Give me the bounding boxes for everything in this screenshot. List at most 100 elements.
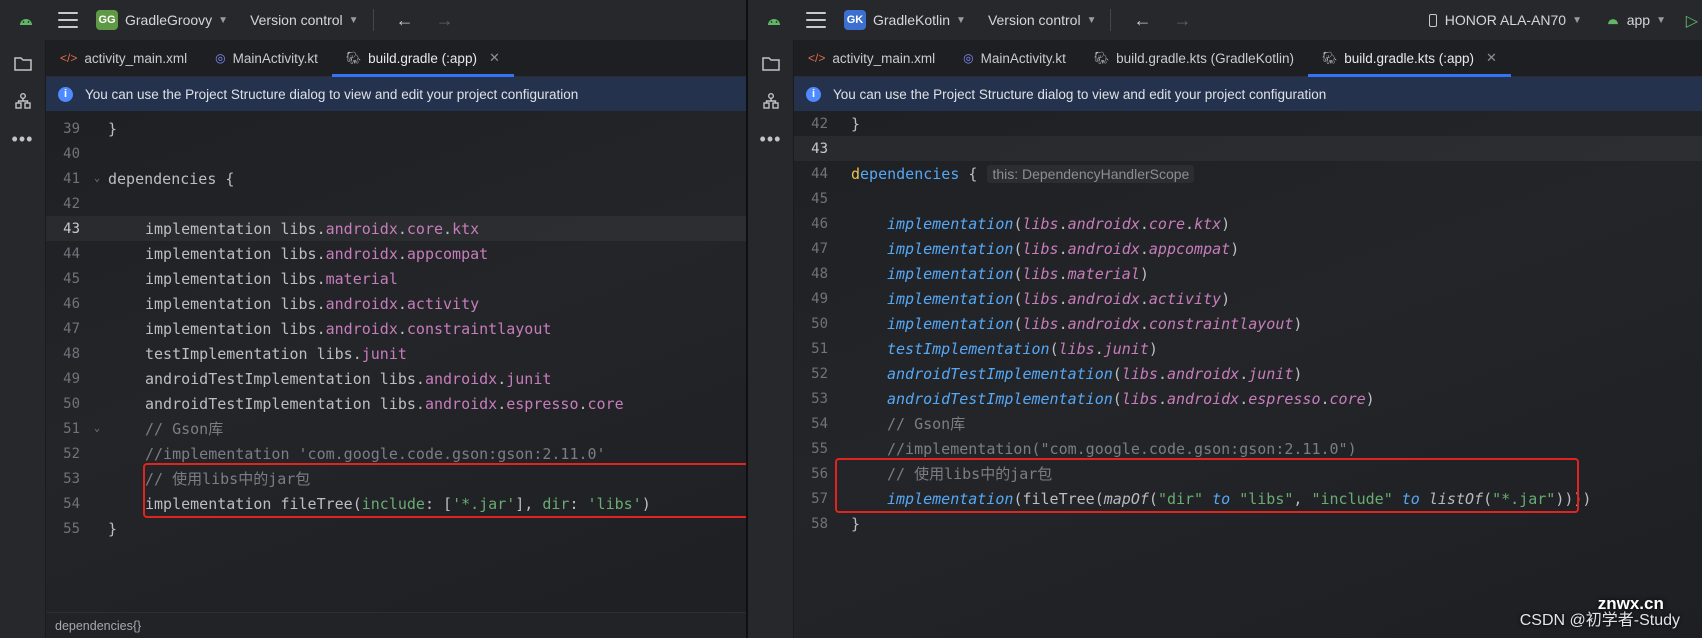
divider	[1110, 9, 1112, 31]
right-ide-window: GK GradleKotlin ▼ Version control ▼ ← → …	[746, 0, 1702, 638]
watermark-overlay-text: znwx.cn	[1597, 594, 1664, 613]
code-text: androidTestImplementation(libs.androidx.…	[887, 389, 1375, 408]
tab-activity-main-xml[interactable]: </> activity_main.xml	[794, 40, 949, 76]
project-name[interactable]: GradleKotlin	[873, 12, 950, 28]
folder-icon[interactable]	[756, 48, 786, 78]
code-text: androidTestImplementation libs.androidx.…	[145, 369, 552, 388]
lightbulb-icon[interactable]: d	[851, 165, 860, 183]
breadcrumb-item[interactable]: dependencies{}	[55, 619, 141, 633]
code-text: androidTestImplementation libs.androidx.…	[145, 394, 624, 413]
code-editor[interactable]: 42} 43 44 dependencies {this: DependencyH…	[794, 111, 1702, 638]
structure-icon[interactable]	[756, 86, 786, 116]
tab-build-gradle-kts-app[interactable]: 🐘︎ build.gradle.kts (:app) ✕	[1307, 40, 1511, 77]
run-icon[interactable]: ▷	[1686, 11, 1698, 31]
more-icon[interactable]: •••	[8, 124, 38, 154]
device-name: HONOR ALA-AN70	[1444, 12, 1567, 28]
code-line: 45	[794, 186, 1702, 211]
device-selector[interactable]: HONOR ALA-AN70 ▼	[1428, 0, 1582, 40]
gradle-file-icon: 🐘︎	[345, 51, 362, 65]
fold-arrow-icon[interactable]: ⌄	[94, 423, 100, 434]
android-icon[interactable]	[12, 6, 40, 34]
version-control-menu[interactable]: Version control	[250, 12, 343, 28]
tool-window-sidebar: •••	[748, 40, 794, 638]
code-text: }	[108, 119, 118, 138]
chevron-down-icon[interactable]: ▼	[956, 15, 966, 26]
folder-icon[interactable]	[8, 48, 38, 78]
code-line: 48 implementation(libs.material)	[794, 261, 1702, 286]
code-line: 50 androidTestImplementation libs.android…	[46, 391, 746, 416]
line-number: 42	[811, 115, 828, 132]
chevron-down-icon[interactable]: ▼	[349, 15, 359, 26]
tab-mainactivity-kt[interactable]: ◎ MainActivity.kt	[949, 40, 1080, 76]
watermark-text: CSDN @初学者-Study	[1519, 612, 1680, 629]
code-line: 51 testImplementation(libs.junit)	[794, 336, 1702, 361]
code-line: 49 androidTestImplementation libs.android…	[46, 366, 746, 391]
line-number: 55	[811, 440, 828, 457]
code-text: }	[851, 114, 861, 133]
more-icon[interactable]: •••	[756, 124, 786, 154]
run-config-name: app	[1626, 12, 1651, 28]
code-comment: // Gson库	[887, 415, 966, 433]
line-number: 45	[811, 190, 828, 207]
code-line: 44 dependencies {this: DependencyHandlerS…	[794, 161, 1702, 186]
back-arrow-icon[interactable]: ←	[1133, 10, 1151, 31]
forward-arrow-icon[interactable]: →	[1173, 10, 1191, 31]
code-line: 42	[46, 191, 746, 216]
code-line: 58}	[794, 511, 1702, 536]
project-name[interactable]: GradleGroovy	[125, 12, 212, 28]
line-number: 53	[63, 470, 80, 487]
info-icon: i	[58, 86, 73, 102]
close-icon[interactable]: ✕	[1486, 50, 1497, 66]
line-number: 42	[63, 195, 80, 212]
run-config-selector[interactable]: app ▼	[1606, 0, 1666, 40]
code-text: testImplementation(libs.junit)	[887, 339, 1158, 358]
forward-arrow-icon[interactable]: →	[436, 10, 454, 31]
title-bar: GK GradleKotlin ▼ Version control ▼ ← → …	[748, 0, 1702, 40]
code-text: dependencies {	[108, 169, 235, 188]
tab-label: MainActivity.kt	[980, 50, 1066, 66]
left-ide-window: GG GradleGroovy ▼ Version control ▼ ← → …	[0, 0, 746, 638]
code-line: 54 // Gson库	[794, 411, 1702, 436]
tab-build-gradle-app[interactable]: 🐘︎ build.gradle (:app) ✕	[331, 40, 514, 77]
code-comment: //implementation("com.google.code.gson:g…	[887, 439, 1357, 458]
xml-file-icon: </>	[60, 51, 78, 65]
version-control-menu[interactable]: Version control	[988, 12, 1081, 28]
close-icon[interactable]: ✕	[489, 50, 500, 66]
xml-file-icon: </>	[808, 51, 826, 65]
chevron-down-icon[interactable]: ▼	[1087, 15, 1097, 26]
code-text: dependencies {this: DependencyHandlerSco…	[851, 164, 1195, 183]
main-menu-icon[interactable]	[58, 12, 78, 28]
code-line: 42}	[794, 111, 1702, 136]
fold-arrow-icon[interactable]: ⌄	[94, 173, 100, 184]
structure-icon[interactable]	[8, 86, 38, 116]
chevron-down-icon: ▼	[1656, 14, 1666, 26]
code-line: 55}	[46, 516, 746, 541]
tab-build-gradle-kts-project[interactable]: 🐘︎ build.gradle.kts (GradleKotlin)	[1080, 40, 1308, 76]
android-icon[interactable]	[760, 6, 788, 34]
line-number: 55	[63, 520, 80, 537]
main-menu-icon[interactable]	[806, 12, 826, 28]
tab-label: activity_main.xml	[832, 50, 936, 66]
project-badge[interactable]: GG	[96, 10, 118, 30]
chevron-down-icon[interactable]: ▼	[218, 15, 228, 26]
code-editor[interactable]: 39} 40 41 ⌄ dependencies { 42 43 implementa…	[46, 111, 746, 638]
line-number: 43	[63, 220, 80, 237]
info-banner: i You can use the Project Structure dial…	[46, 77, 746, 111]
tab-activity-main-xml[interactable]: </> activity_main.xml	[46, 40, 201, 76]
tab-label: MainActivity.kt	[232, 50, 318, 66]
tool-window-sidebar: •••	[0, 40, 46, 638]
back-arrow-icon[interactable]: ←	[396, 10, 414, 31]
watermark: CSDN @初学者-Study znwx.cn	[1519, 594, 1680, 630]
code-text: androidTestImplementation(libs.androidx.…	[887, 364, 1303, 383]
code-line: 51 ⌄ // Gson库	[46, 416, 746, 441]
code-line: 48 testImplementation libs.junit	[46, 341, 746, 366]
line-number: 52	[811, 365, 828, 382]
project-badge[interactable]: GK	[844, 10, 866, 30]
title-bar: GG GradleGroovy ▼ Version control ▼ ← →	[0, 0, 746, 40]
line-number: 40	[63, 145, 80, 162]
info-banner: i You can use the Project Structure dial…	[794, 77, 1702, 111]
line-number: 46	[63, 295, 80, 312]
tab-mainactivity-kt[interactable]: ◎ MainActivity.kt	[201, 40, 332, 76]
tab-label: build.gradle.kts (:app)	[1344, 50, 1475, 66]
code-text: testImplementation libs.junit	[145, 344, 407, 363]
